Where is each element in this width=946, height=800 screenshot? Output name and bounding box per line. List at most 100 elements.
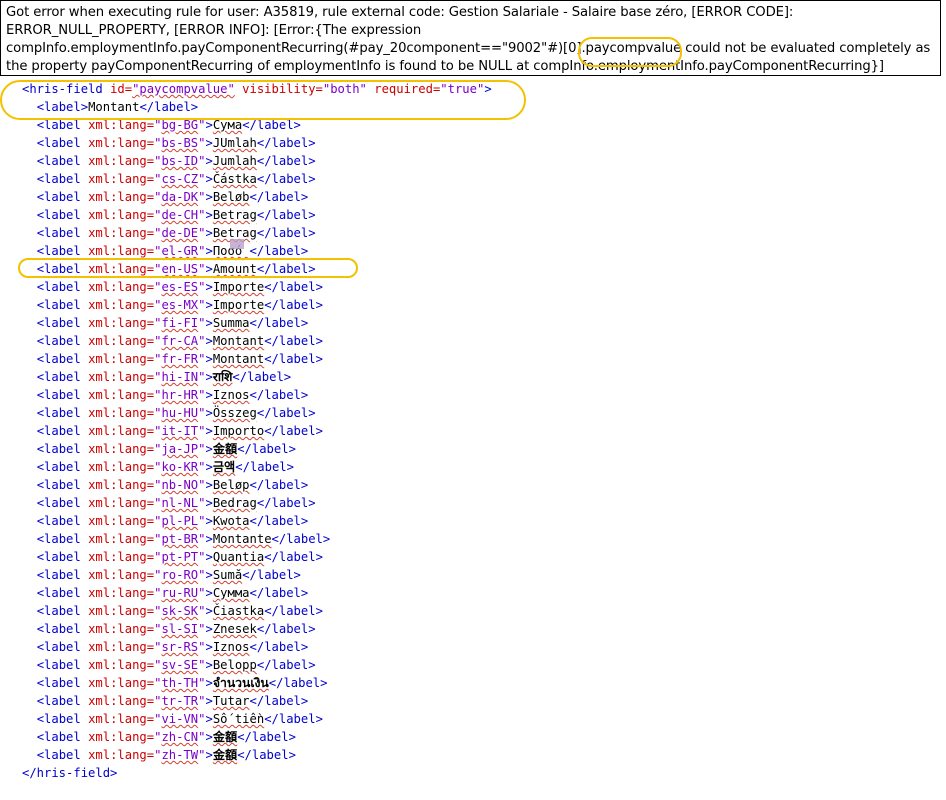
- label-line-pt-pt: <label xml:lang="pt-PT">Quantia</label>: [36, 550, 323, 564]
- label-line-pl-pl: <label xml:lang="pl-PL">Kwota</label>: [36, 514, 309, 528]
- label-text: Сума: [212, 118, 243, 132]
- error-line-4: the property payComponentRecurring of em…: [6, 59, 884, 74]
- label-text: Сумма: [212, 586, 250, 600]
- label-text: Beløp: [212, 478, 250, 492]
- label-text: Amount: [212, 262, 257, 276]
- label-line-nl-nl: <label xml:lang="nl-NL">Bedrag</label>: [36, 496, 316, 510]
- label-text: Betrag: [212, 208, 257, 222]
- label-text: Montante: [212, 532, 272, 546]
- default-label-text: Montant: [88, 100, 140, 114]
- label-text: Summa: [212, 316, 250, 330]
- label-lang-code: cs-CZ: [161, 172, 199, 186]
- label-lang-code: ja-JP: [161, 442, 199, 456]
- label-line-vi-vn: <label xml:lang="vi-VN">Số tiền</label>: [36, 712, 323, 726]
- error-line-2: ERROR_NULL_PROPERTY, [ERROR INFO]: [Erro…: [6, 23, 422, 38]
- label-lang-code: zh-CN: [161, 730, 199, 744]
- label-line-ru-ru: <label xml:lang="ru-RU">Сумма</label>: [36, 586, 309, 600]
- hris-field-open-tag: <hris-field id="paycompvalue" visibility…: [22, 82, 492, 96]
- label-line-fr-fr: <label xml:lang="fr-FR">Montant</label>: [36, 352, 323, 366]
- hris-field-close-tag: </hris-field>: [22, 766, 118, 780]
- label-lang-code: nb-NO: [161, 478, 199, 492]
- error-expression-property: .paycompvalue: [581, 41, 682, 56]
- label-line-en-us: <label xml:lang="en-US">Amount</label>: [36, 262, 316, 276]
- label-text: राशि: [212, 370, 233, 384]
- label-lang-code: en-US: [161, 262, 199, 276]
- error-line-1: Got error when executing rule for user: …: [6, 5, 794, 20]
- label-line-bs-id: <label xml:lang="bs-ID">Jumlah</label>: [36, 154, 316, 168]
- label-lang-code: el-GR: [161, 244, 199, 258]
- label-line-hu-hu: <label xml:lang="hu-HU">Összeg</label>: [36, 406, 316, 420]
- label-line-pt-br: <label xml:lang="pt-BR">Montante</label>: [36, 532, 331, 546]
- label-lang-code: hu-HU: [161, 406, 199, 420]
- label-lang-code: sv-SE: [161, 658, 199, 672]
- label-lang-code: fr-CA: [161, 334, 199, 348]
- default-label-line: <label>Montant</label>: [36, 100, 199, 114]
- label-text: 金額: [212, 748, 238, 762]
- label-line-da-dk: <label xml:lang="da-DK">Beløb</label>: [36, 190, 309, 204]
- label-text: Částka: [212, 172, 257, 186]
- label-lang-code: vi-VN: [161, 712, 199, 726]
- label-line-th-th: <label xml:lang="th-TH">จำนวนเงิน</label…: [36, 676, 328, 690]
- label-lang-code: pt-BR: [161, 532, 199, 546]
- label-line-ja-jp: <label xml:lang="ja-JP">金額</label>: [36, 442, 296, 456]
- label-line-sl-si: <label xml:lang="sl-SI">Znesek</label>: [36, 622, 316, 636]
- label-text: Importo: [212, 424, 265, 438]
- label-text: Importe: [212, 298, 265, 312]
- label-line-sr-rs: <label xml:lang="sr-RS">Iznos</label>: [36, 640, 309, 654]
- label-text: Importe: [212, 280, 265, 294]
- label-text: Montant: [212, 352, 265, 366]
- cursor-marker-icon: [230, 239, 244, 249]
- label-line-de-de: <label xml:lang="de-DE">Betrag</label>: [36, 226, 316, 240]
- label-text: 金額: [212, 730, 238, 744]
- label-line-ko-kr: <label xml:lang="ko-KR">금액</label>: [36, 460, 294, 474]
- label-text: Montant: [212, 334, 265, 348]
- label-line-el-gr: <label xml:lang="el-GR">Ποσό </label>: [36, 244, 309, 258]
- label-lang-code: fr-FR: [161, 352, 199, 366]
- label-line-tr-tr: <label xml:lang="tr-TR">Tutar</label>: [36, 694, 309, 708]
- label-line-fr-ca: <label xml:lang="fr-CA">Montant</label>: [36, 334, 323, 348]
- label-lang-code: hr-HR: [161, 388, 199, 402]
- label-lang-code: ro-RO: [161, 568, 199, 582]
- label-line-sk-sk: <label xml:lang="sk-SK">Čiastka</label>: [36, 604, 323, 618]
- error-line-3: compInfo.employmentInfo.payComponentRecu…: [6, 40, 936, 58]
- label-lang-code: bg-BG: [161, 118, 199, 132]
- label-line-es-es: <label xml:lang="es-ES">Importe</label>: [36, 280, 323, 294]
- label-lang-code: ru-RU: [161, 586, 199, 600]
- label-lang-code: sr-RS: [161, 640, 199, 654]
- label-line-fi-fi: <label xml:lang="fi-FI">Summa</label>: [36, 316, 309, 330]
- field-id-value: "paycompvalue": [132, 82, 235, 96]
- label-lang-code: hi-IN: [161, 370, 199, 384]
- label-line-sv-se: <label xml:lang="sv-SE">Belopp</label>: [36, 658, 316, 672]
- label-text: Belopp: [212, 658, 257, 672]
- label-lang-code: th-TH: [161, 676, 199, 690]
- label-text: Iznos: [212, 640, 250, 654]
- label-line-zh-cn: <label xml:lang="zh-CN">金額</label>: [36, 730, 296, 744]
- label-lang-code: tr-TR: [161, 694, 199, 708]
- label-line-es-mx: <label xml:lang="es-MX">Importe</label>: [36, 298, 323, 312]
- label-lang-code: de-DE: [161, 226, 199, 240]
- label-lang-code: bs-BS: [161, 136, 199, 150]
- label-lang-code: pl-PL: [161, 514, 199, 528]
- label-text: Jumlah: [212, 154, 257, 168]
- label-text: Kwota: [212, 514, 250, 528]
- label-text: Iznos: [212, 388, 250, 402]
- label-line-de-ch: <label xml:lang="de-CH">Betrag</label>: [36, 208, 316, 222]
- error-message-box: Got error when executing rule for user: …: [0, 0, 941, 76]
- label-text: Tutar: [212, 694, 250, 708]
- label-text: Quantia: [212, 550, 265, 564]
- label-lang-code: pt-PT: [161, 550, 199, 564]
- label-text: Összeg: [212, 406, 257, 420]
- label-lang-code: ko-KR: [161, 460, 199, 474]
- label-lang-code: de-CH: [161, 208, 199, 222]
- label-lang-code: es-MX: [161, 298, 199, 312]
- label-line-ro-ro: <label xml:lang="ro-RO">Sumă</label>: [36, 568, 301, 582]
- label-line-bs-bs: <label xml:lang="bs-BS">JUmlah</label>: [36, 136, 316, 150]
- error-expression-tail: could not be evaluated completely as: [681, 41, 931, 56]
- xml-code-view: <hris-field id="paycompvalue" visibility…: [22, 80, 492, 782]
- label-line-bg-bg: <label xml:lang="bg-BG">Сума</label>: [36, 118, 301, 132]
- label-text: 금액: [212, 460, 236, 474]
- label-lang-code: da-DK: [161, 190, 199, 204]
- label-text: Čiastka: [212, 604, 265, 618]
- label-text: จำนวนเงิน: [212, 676, 269, 690]
- error-expression: compInfo.employmentInfo.payComponentRecu…: [6, 41, 582, 56]
